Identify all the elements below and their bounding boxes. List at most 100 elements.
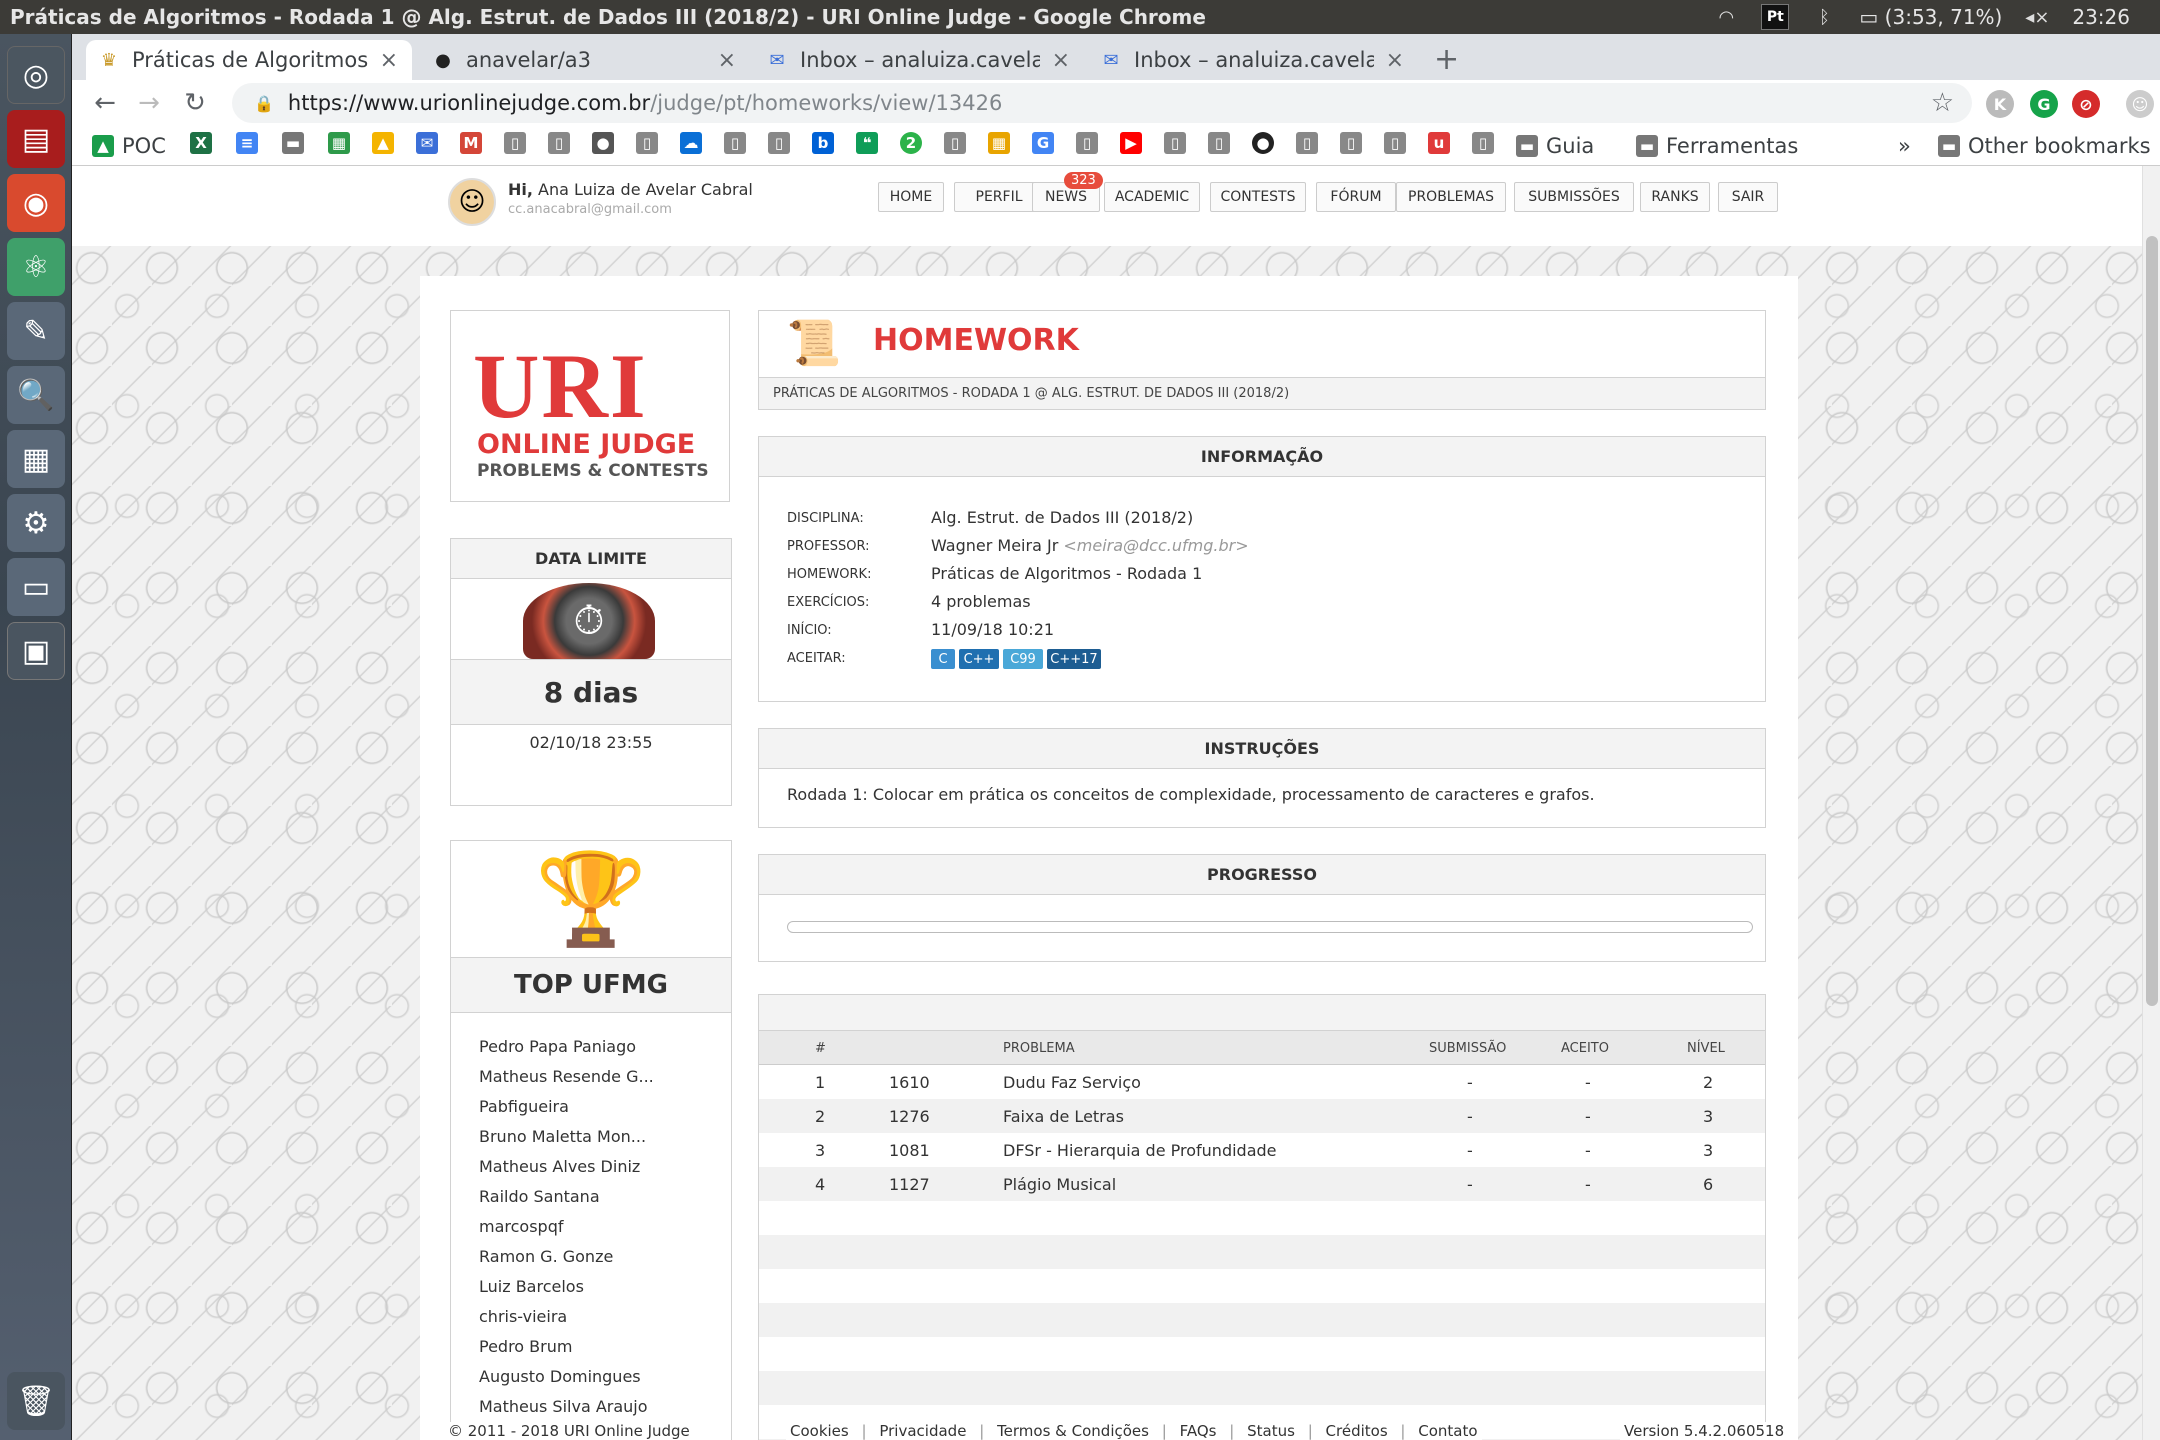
docs-icon[interactable]: ≡	[236, 132, 258, 154]
adblock-icon[interactable]: ⊘	[2072, 90, 2100, 118]
tab-github[interactable]: ● anavelar/a3 ×	[420, 40, 750, 80]
bluetooth-icon[interactable]: ᛒ	[1811, 6, 1837, 28]
text-editor-app-icon[interactable]: ✎	[7, 302, 65, 360]
page-icon[interactable]: ▯	[636, 132, 658, 154]
menu-sair[interactable]: SAIR	[1718, 182, 1778, 212]
grammarly-icon[interactable]: G	[2030, 90, 2058, 118]
calculator-app-icon[interactable]: ▦	[7, 430, 65, 488]
cell-id[interactable]: 1127	[889, 1175, 930, 1194]
clock[interactable]: 23:26	[2072, 5, 2130, 29]
address-bar[interactable]: 🔒 https://www.urionlinejudge.com.br/judg…	[232, 83, 1972, 123]
sheets-icon[interactable]: ▦	[328, 132, 350, 154]
cell-id[interactable]: 1081	[889, 1141, 930, 1160]
onedrive-icon[interactable]: ☁	[680, 132, 702, 154]
bookmarks-overflow-button[interactable]: »	[1898, 132, 1911, 160]
profile-avatar-icon[interactable]: ☺	[2126, 90, 2154, 118]
page-icon[interactable]: ▯	[944, 132, 966, 154]
menu-academic[interactable]: ACADEMIC	[1104, 182, 1200, 212]
menu-problemas[interactable]: PROBLEMAS	[1396, 182, 1506, 212]
extension-k-icon[interactable]: K	[1986, 90, 2014, 118]
page-icon[interactable]: ▯	[1164, 132, 1186, 154]
menu-perfil[interactable]: PERFIL	[954, 182, 1044, 212]
footer-link-cookies[interactable]: Cookies	[790, 1422, 849, 1440]
translate-icon[interactable]: G	[1032, 132, 1054, 154]
trash-icon[interactable]: 🗑	[7, 1372, 65, 1430]
bookmark-poc[interactable]: ▲ POC	[92, 132, 166, 160]
page-icon[interactable]: ▯	[1472, 132, 1494, 154]
table-row[interactable]: 4 1127 Plágio Musical - - 6	[759, 1167, 1765, 1201]
tab-inbox-2[interactable]: ✉ Inbox – analuiza.cavelar@ ×	[1088, 40, 1418, 80]
ranking-user[interactable]: Matheus Alves Diniz	[479, 1157, 640, 1176]
bookmark-star-icon[interactable]: ☆	[1931, 88, 1954, 118]
reload-button[interactable]: ↻	[178, 86, 212, 120]
back-button[interactable]: ←	[88, 86, 122, 120]
ranking-user[interactable]: Matheus Resende G...	[479, 1067, 654, 1086]
page-icon[interactable]: ▯	[724, 132, 746, 154]
table-row[interactable]: 1 1610 Dudu Faz Serviço - - 2	[759, 1065, 1765, 1099]
close-icon[interactable]: ×	[380, 48, 398, 73]
youtube-icon[interactable]: ▶	[1120, 132, 1142, 154]
tab-inbox-1[interactable]: ✉ Inbox – analuiza.cavelar@ ×	[754, 40, 1084, 80]
forward-button[interactable]: →	[132, 86, 166, 120]
other-bookmarks[interactable]: ▬ Other bookmarks	[1938, 132, 2151, 160]
cell-problem-name[interactable]: Faixa de Letras	[1003, 1107, 1124, 1126]
new-tab-button[interactable]: +	[1434, 42, 1459, 77]
ranking-user[interactable]: Matheus Silva Araujo	[479, 1397, 648, 1416]
page-icon[interactable]: ▯	[548, 132, 570, 154]
terminal-app-icon[interactable]: ▤	[7, 110, 65, 168]
table-row[interactable]: 3 1081 DFSr - Hierarquia de Profundidade…	[759, 1133, 1765, 1167]
ranking-user[interactable]: Bruno Maletta Mon...	[479, 1127, 646, 1146]
chrome-app-icon[interactable]: ◉	[7, 174, 65, 232]
bookmark-folder-ferramentas[interactable]: ▬ Ferramentas	[1636, 132, 1798, 160]
page-icon[interactable]: ▯	[1384, 132, 1406, 154]
page-icon[interactable]: ▯	[1340, 132, 1362, 154]
menu-home[interactable]: HOME	[878, 182, 944, 212]
box-icon[interactable]: b	[812, 132, 834, 154]
scrollbar-thumb[interactable]	[2146, 236, 2158, 1006]
cell-problem-name[interactable]: DFSr - Hierarquia de Profundidade	[1003, 1141, 1277, 1160]
inbox-icon[interactable]: ✉	[416, 132, 438, 154]
excel-icon[interactable]: X	[190, 132, 212, 154]
menu-ranks[interactable]: RANKS	[1640, 182, 1710, 212]
cell-problem-name[interactable]: Dudu Faz Serviço	[1003, 1073, 1141, 1092]
footer-link-faqs[interactable]: FAQs	[1180, 1422, 1217, 1440]
menu-submissoes[interactable]: SUBMISSÕES	[1514, 182, 1634, 212]
volume-icon[interactable]: ◂×	[2024, 6, 2050, 28]
wifi-icon[interactable]: ◠	[1713, 6, 1739, 28]
cell-problem-name[interactable]: Plágio Musical	[1003, 1175, 1116, 1194]
document-viewer-app-icon[interactable]: 🔍	[7, 366, 65, 424]
footer-link-contato[interactable]: Contato	[1418, 1422, 1477, 1440]
footer-link-creditos[interactable]: Créditos	[1326, 1422, 1388, 1440]
cell-id[interactable]: 1276	[889, 1107, 930, 1126]
tab-praticas[interactable]: ♛ Práticas de Algoritmos - R ×	[86, 40, 412, 80]
drive-icon[interactable]: ▲	[372, 132, 394, 154]
github-icon[interactable]: ●	[1252, 132, 1274, 154]
close-icon[interactable]: ×	[1386, 48, 1404, 73]
ranking-user[interactable]: Augusto Domingues	[479, 1367, 641, 1386]
grid-app-icon[interactable]: ▦	[988, 132, 1010, 154]
gmail-icon[interactable]: M	[460, 132, 482, 154]
settings-app-icon[interactable]: ⚙	[7, 494, 65, 552]
ranking-user[interactable]: Pedro Brum	[479, 1337, 572, 1356]
avatar[interactable]: ☺	[448, 178, 496, 226]
two-icon[interactable]: 2	[900, 132, 922, 154]
files-app-icon[interactable]: ▭	[7, 558, 65, 616]
table-row[interactable]: 2 1276 Faixa de Letras - - 3	[759, 1099, 1765, 1133]
ranking-user[interactable]: Pedro Papa Paniago	[479, 1037, 636, 1056]
page-icon[interactable]: ▯	[1076, 132, 1098, 154]
cell-id[interactable]: 1610	[889, 1073, 930, 1092]
page-icon[interactable]: ▯	[504, 132, 526, 154]
page-icon[interactable]: ▯	[1296, 132, 1318, 154]
apple-icon[interactable]: ●	[592, 132, 614, 154]
footer-link-termos[interactable]: Termos & Condições	[997, 1422, 1149, 1440]
footer-link-privacidade[interactable]: Privacidade	[879, 1422, 966, 1440]
hangouts-icon[interactable]: ❝	[856, 132, 878, 154]
close-icon[interactable]: ×	[718, 48, 736, 73]
keyboard-layout-indicator[interactable]: Pt	[1761, 4, 1790, 30]
ranking-user[interactable]: chris-vieira	[479, 1307, 567, 1326]
ubuntu-dash-icon[interactable]: ◎	[7, 46, 65, 104]
footer-link-status[interactable]: Status	[1247, 1422, 1295, 1440]
ranking-user[interactable]: Raildo Santana	[479, 1187, 600, 1206]
folder-icon[interactable]: ▬	[282, 132, 304, 154]
ranking-user[interactable]: Ramon G. Gonze	[479, 1247, 613, 1266]
